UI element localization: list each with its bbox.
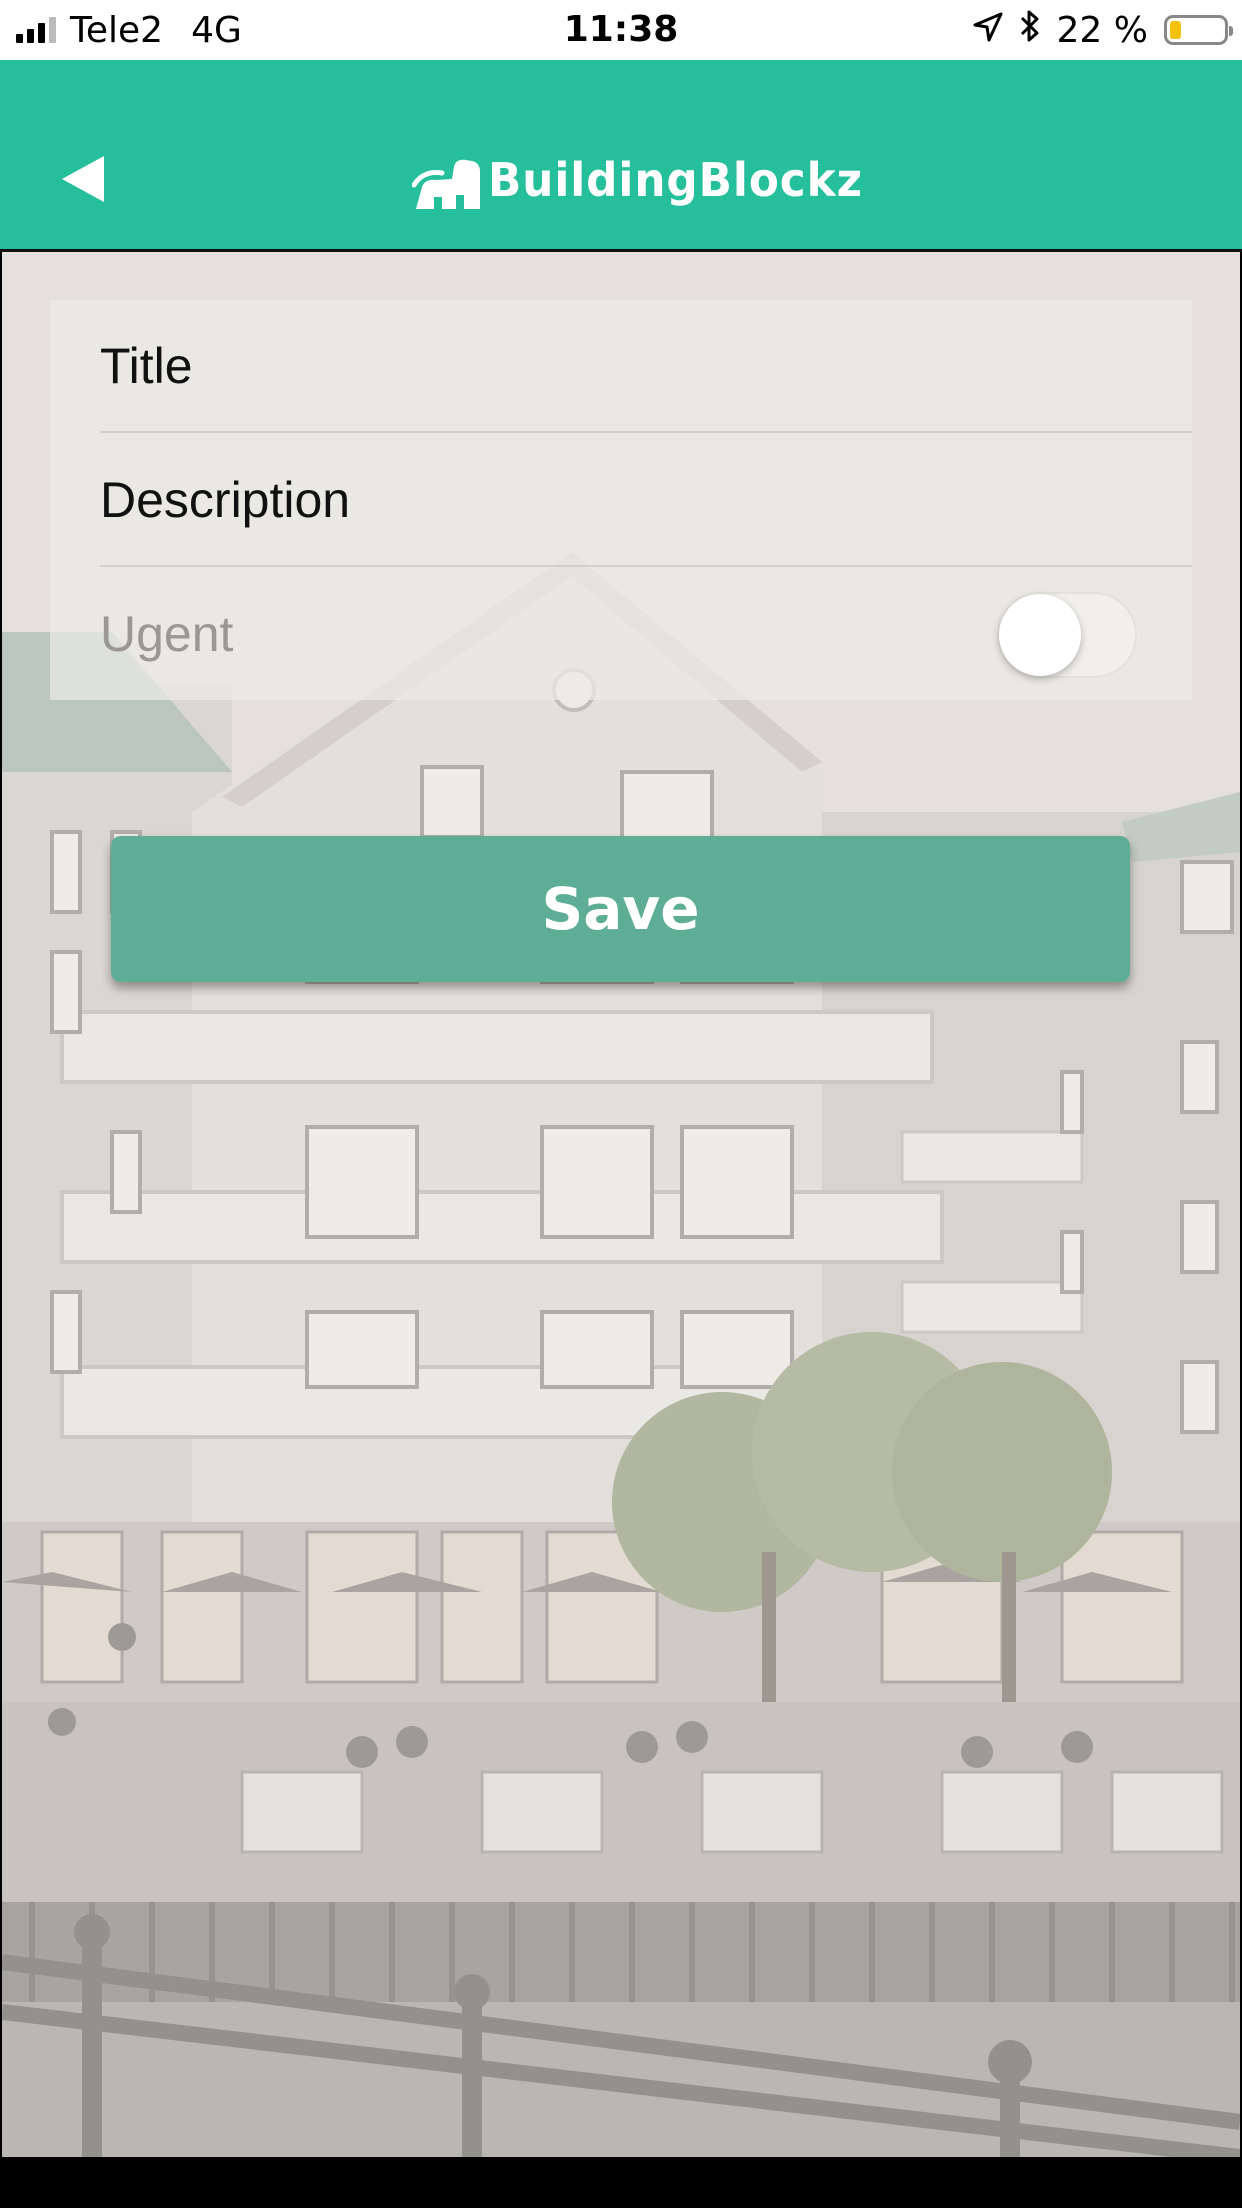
status-bar: Tele2 4G 11:38 22 % [0, 0, 1242, 60]
toggle-knob [999, 594, 1081, 676]
title-field[interactable]: Title [100, 300, 1192, 433]
app-name: BuildingBlockz [488, 153, 864, 207]
logo-mark-icon [412, 159, 480, 209]
app-header: BuildingBlockz [0, 60, 1242, 252]
bluetooth-icon [1019, 9, 1041, 52]
description-placeholder: Description [100, 472, 351, 528]
status-bar-right: 22 % [973, 8, 1233, 52]
back-button[interactable] [48, 144, 118, 214]
back-arrow-icon [62, 156, 104, 202]
form-card: Title Description Ugent [50, 300, 1192, 700]
urgent-toggle[interactable] [997, 592, 1137, 678]
app-logo: BuildingBlockz [412, 140, 883, 220]
title-placeholder: Title [100, 338, 193, 394]
urgent-row: Ugent [100, 568, 1192, 701]
urgent-label: Ugent [100, 606, 234, 662]
battery-icon [1164, 15, 1233, 45]
description-field[interactable]: Description [100, 434, 1192, 567]
battery-percent: 22 % [1056, 9, 1148, 51]
save-button[interactable]: Save [111, 836, 1130, 982]
location-arrow-icon [973, 10, 1003, 51]
